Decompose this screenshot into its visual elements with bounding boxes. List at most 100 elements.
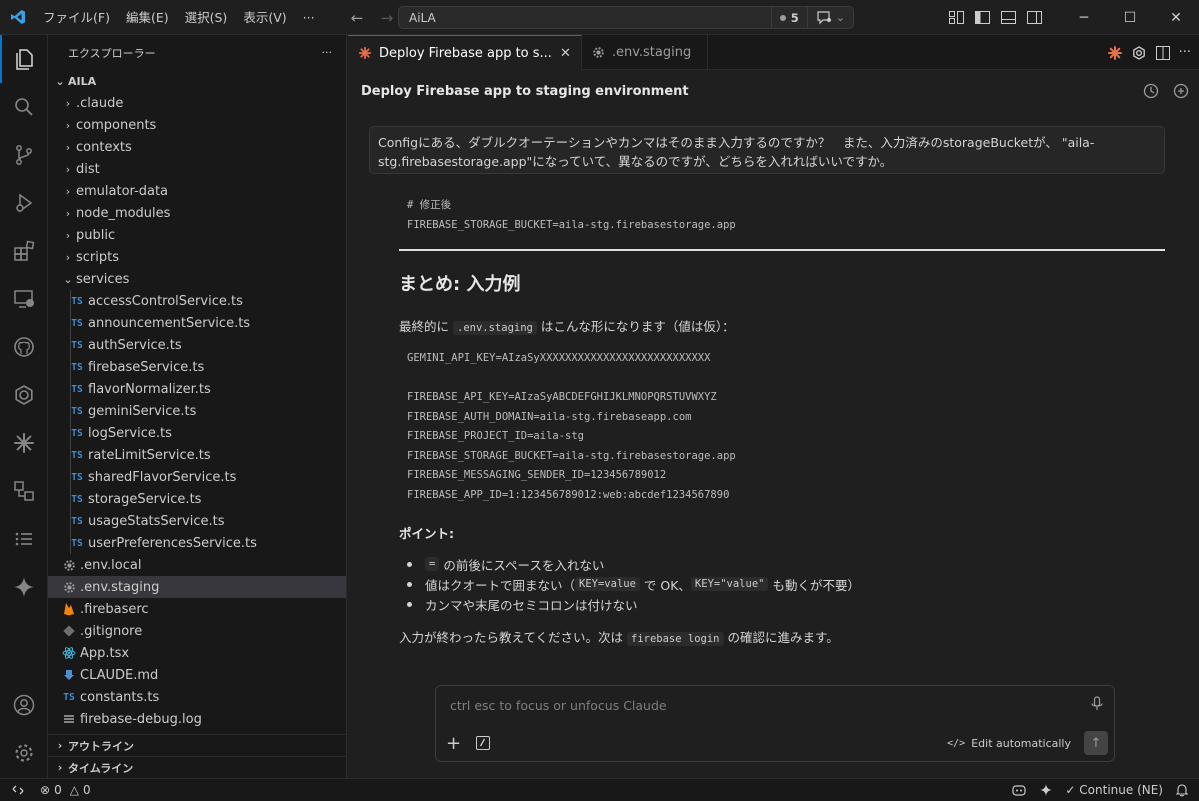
remote-explorer-icon[interactable] — [0, 275, 48, 323]
source-control-icon[interactable] — [0, 131, 48, 179]
connections-icon[interactable] — [0, 467, 48, 515]
new-chat-plus-icon[interactable] — [1173, 83, 1189, 99]
file-row[interactable]: TS geminiService.ts — [48, 400, 346, 422]
claude-icon[interactable] — [0, 419, 48, 467]
user-message: Configにある、ダブルクオーテーションやカンマはそのまま入力するのですか？ … — [369, 126, 1165, 174]
menu-edit[interactable]: 編集(E) — [118, 0, 177, 35]
chat-input[interactable]: ctrl esc to focus or unfocus Claude + </… — [435, 685, 1115, 762]
claude-icon[interactable] — [1107, 45, 1123, 61]
file-row[interactable]: TS firebaseService.ts — [48, 356, 346, 378]
bell-icon[interactable] — [1175, 783, 1189, 797]
github-icon[interactable] — [0, 323, 48, 371]
layout-customize-icon[interactable] — [943, 0, 969, 35]
toggle-primary-sidebar-icon[interactable] — [969, 0, 995, 35]
sparkle-icon[interactable] — [1039, 783, 1053, 797]
code-line: # 修正後 — [407, 199, 452, 211]
chevron-down-icon: ⌄ — [63, 272, 73, 286]
task-list-icon[interactable] — [0, 515, 48, 563]
folder-row[interactable]: › public — [48, 224, 346, 246]
menu-view[interactable]: 表示(V) — [235, 0, 294, 35]
file-row[interactable]: TS sharedFlavorService.ts — [48, 466, 346, 488]
nav-arrows: ← → — [346, 0, 398, 35]
minimize-icon[interactable]: ─ — [1061, 0, 1107, 35]
file-row[interactable]: CLAUDE.md — [48, 664, 346, 686]
file-row[interactable]: TS constants.ts — [48, 686, 346, 708]
outline-section[interactable]: › アウトライン — [48, 734, 347, 756]
problems-indicator[interactable]: ⊗ 0 △ 0 — [36, 783, 91, 797]
tab-env-staging[interactable]: .env.staging — [582, 35, 708, 70]
folder-row[interactable]: › scripts — [48, 246, 346, 268]
file-row[interactable]: TS accessControlService.ts — [48, 290, 346, 312]
file-row[interactable]: TS authService.ts — [48, 334, 346, 356]
settings-gear-icon[interactable] — [0, 729, 48, 777]
timeline-section[interactable]: › タイムライン — [48, 756, 347, 778]
code-line: FIREBASE_PROJECT_ID=aila-stg — [407, 430, 585, 442]
file-row[interactable]: TS announcementService.ts — [48, 312, 346, 334]
search-icon[interactable] — [0, 83, 48, 131]
file-row[interactable]: .env.local — [48, 554, 346, 576]
slash-command-icon[interactable] — [476, 736, 490, 750]
remote-indicator-icon[interactable] — [0, 779, 36, 801]
openai-icon[interactable] — [1131, 45, 1147, 61]
more-actions-icon[interactable]: ··· — [322, 46, 333, 59]
session-badge[interactable]: 5 — [770, 7, 807, 28]
folder-row[interactable]: › dist — [48, 158, 346, 180]
account-icon[interactable] — [0, 681, 48, 729]
command-center[interactable]: AiLA 5 ⌄ — [398, 6, 854, 29]
file-row[interactable]: firebase-debug.log — [48, 708, 346, 730]
chat-title: Deploy Firebase app to staging environme… — [361, 83, 689, 99]
maximize-icon[interactable]: ☐ — [1107, 0, 1153, 35]
explorer-icon[interactable] — [0, 35, 48, 83]
send-button[interactable]: ↑ — [1084, 731, 1108, 755]
file-label: .env.staging — [80, 579, 160, 595]
file-row[interactable]: TS storageService.ts — [48, 488, 346, 510]
chat-input-placeholder[interactable]: ctrl esc to focus or unfocus Claude — [450, 698, 667, 713]
folder-row[interactable]: › .claude — [48, 92, 346, 114]
workspace-root[interactable]: ⌄ AILA — [48, 70, 346, 92]
file-row[interactable]: TS userPreferencesService.ts — [48, 532, 346, 554]
inline-code: = — [425, 557, 440, 571]
indent-guide — [70, 312, 71, 334]
edit-mode-toggle[interactable]: </> Edit automatically — [947, 737, 1071, 750]
file-row[interactable]: App.tsx — [48, 642, 346, 664]
close-tab-icon[interactable]: ✕ — [560, 46, 571, 61]
menu-selection[interactable]: 選択(S) — [177, 0, 236, 35]
folder-services[interactable]: ⌄ services — [48, 268, 346, 290]
forward-arrow-icon[interactable]: → — [376, 7, 398, 29]
split-editor-icon[interactable] — [1155, 45, 1171, 61]
file-row[interactable]: .firebaserc — [48, 598, 346, 620]
add-context-plus-icon[interactable]: + — [446, 733, 461, 754]
file-row[interactable]: TS flavorNormalizer.ts — [48, 378, 346, 400]
chat-menu[interactable]: ⌄ — [806, 7, 853, 28]
file-row[interactable]: TS rateLimitService.ts — [48, 444, 346, 466]
file-row[interactable]: TS logService.ts — [48, 422, 346, 444]
folder-row[interactable]: › node_modules — [48, 202, 346, 224]
toggle-panel-icon[interactable] — [995, 0, 1021, 35]
folder-row[interactable]: › components — [48, 114, 346, 136]
final-post: の確認に進みます。 — [727, 630, 839, 645]
file-row[interactable]: .gitignore — [48, 620, 346, 642]
toggle-secondary-sidebar-icon[interactable] — [1021, 0, 1047, 35]
close-window-icon[interactable]: ✕ — [1153, 0, 1199, 35]
menu-more[interactable]: ··· — [295, 0, 323, 35]
back-arrow-icon[interactable]: ← — [346, 7, 368, 29]
file-row[interactable]: TS usageStatsService.ts — [48, 510, 346, 532]
extensions-icon[interactable] — [0, 227, 48, 275]
copilot-icon[interactable] — [1011, 783, 1027, 797]
microphone-icon[interactable] — [1090, 696, 1104, 712]
openai-icon[interactable] — [0, 371, 48, 419]
run-debug-icon[interactable] — [0, 179, 48, 227]
continue-status[interactable]: ✓ Continue (NE) — [1065, 783, 1163, 797]
file-label: .gitignore — [80, 623, 143, 639]
file-label: geminiService.ts — [88, 403, 197, 419]
history-clock-icon[interactable] — [1143, 83, 1159, 99]
folder-row[interactable]: › emulator-data — [48, 180, 346, 202]
gemini-sparkle-icon[interactable] — [0, 563, 48, 611]
file-label: .firebaserc — [80, 601, 149, 617]
list-item: カンマや末尾のセミコロンは付けない — [407, 594, 860, 614]
more-actions-icon[interactable]: ··· — [1179, 45, 1191, 60]
tab-deploy-firebase[interactable]: Deploy Firebase app to s... ✕ — [348, 35, 582, 70]
menu-file[interactable]: ファイル(F) — [35, 0, 118, 35]
folder-row[interactable]: › contexts — [48, 136, 346, 158]
file-row[interactable]: .env.staging — [48, 576, 346, 598]
